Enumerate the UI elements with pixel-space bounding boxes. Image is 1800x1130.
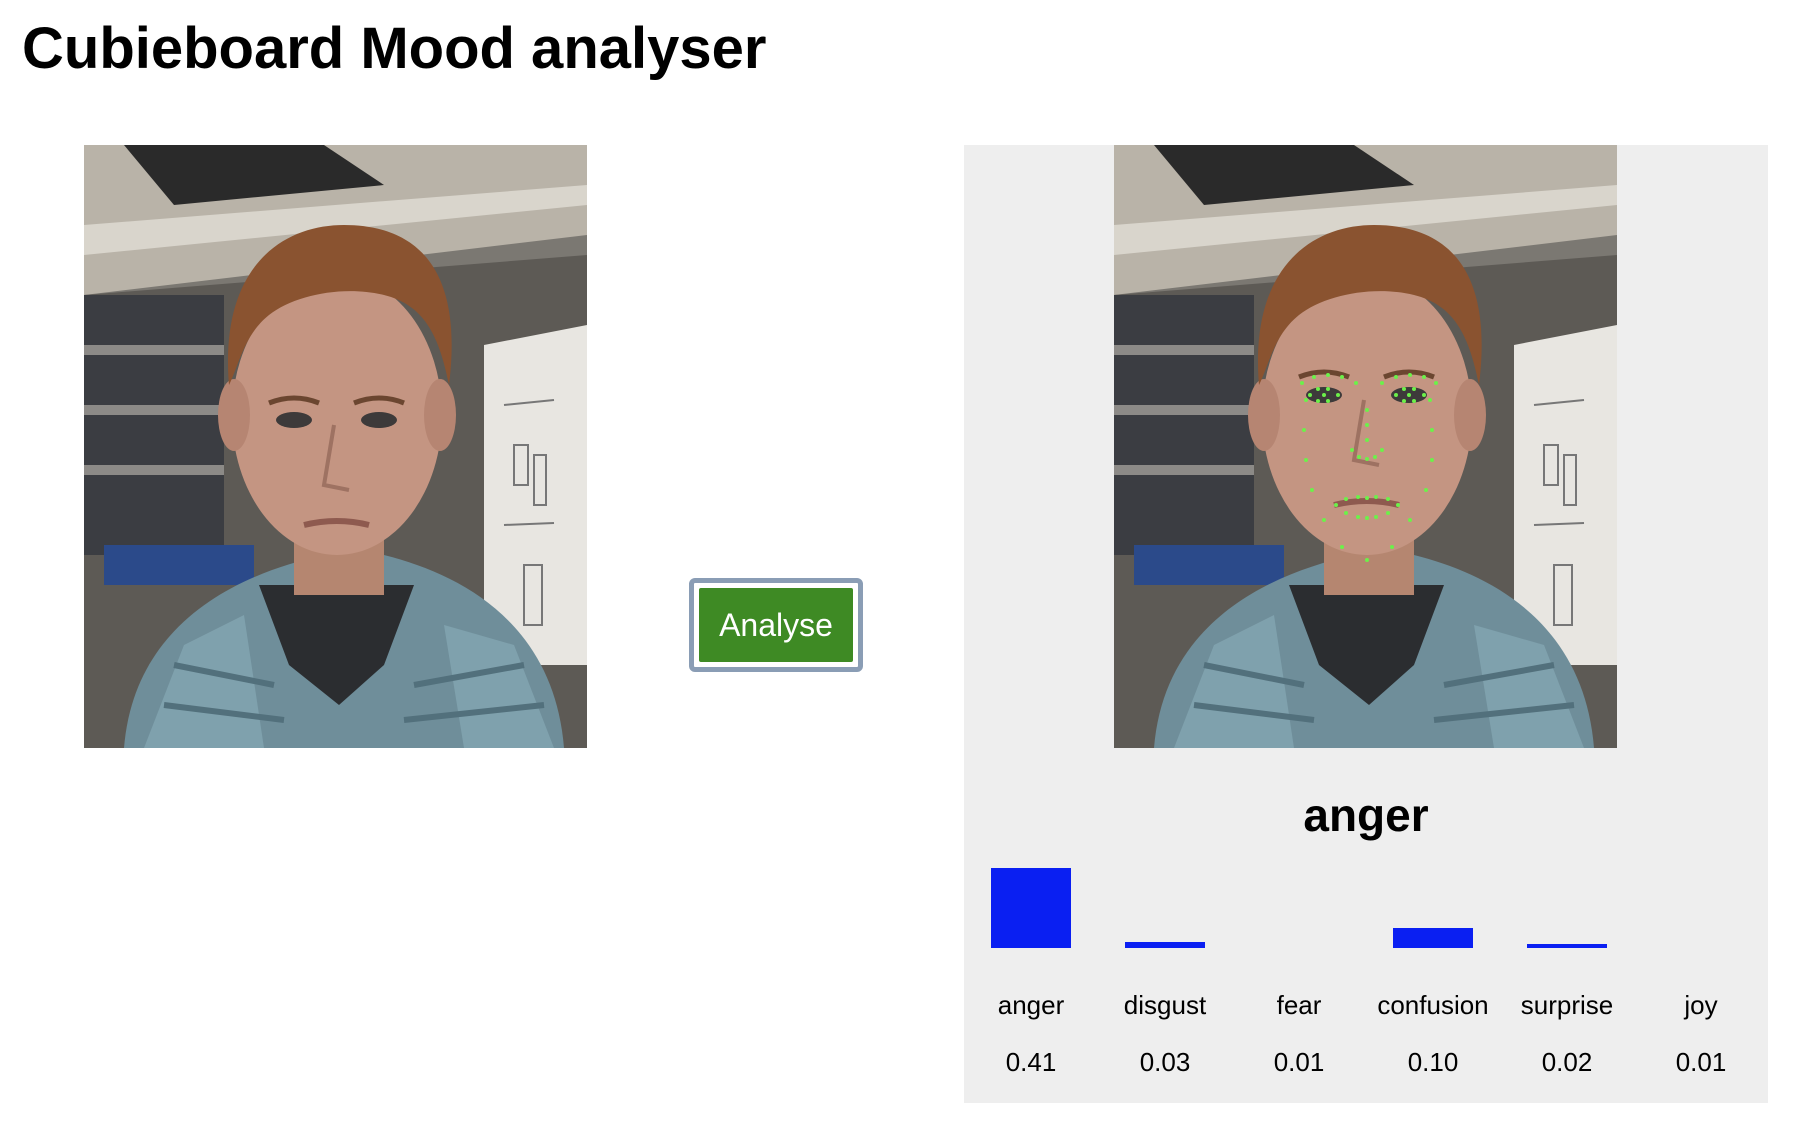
result-panel: anger anger 0.41 disgust 0.03 fear 0.01 confus… <box>964 145 1768 1103</box>
mood-score-chart: anger 0.41 disgust 0.03 fear 0.01 confusion 0.1… <box>964 865 1768 1085</box>
score-value: 0.41 <box>1005 1047 1057 1077</box>
score-value: 0.10 <box>1407 1047 1459 1077</box>
score-surprise: surprise 0.02 <box>1500 865 1634 1085</box>
score-label: confusion <box>1377 990 1489 1020</box>
analyse-button-label: Analyse <box>699 588 853 662</box>
score-label: surprise <box>1520 990 1614 1020</box>
score-value: 0.02 <box>1541 1047 1593 1077</box>
analysed-face-photo <box>1114 145 1617 748</box>
score-disgust: disgust 0.03 <box>1098 865 1232 1085</box>
score-value: 0.03 <box>1139 1047 1191 1077</box>
score-bar <box>1527 944 1607 948</box>
score-fear: fear 0.01 <box>1232 865 1366 1085</box>
score-confusion: confusion 0.10 <box>1366 865 1500 1085</box>
score-value: 0.01 <box>1675 1047 1727 1077</box>
page-title: Cubieboard Mood analyser <box>22 16 767 81</box>
score-value: 0.01 <box>1273 1047 1325 1077</box>
score-label: fear <box>1276 990 1322 1020</box>
score-anger: anger 0.41 <box>964 865 1098 1085</box>
detected-mood: anger <box>1303 789 1429 841</box>
score-bar <box>991 868 1071 948</box>
score-bar <box>1125 942 1205 948</box>
score-bar <box>1393 928 1473 948</box>
score-label: anger <box>997 990 1065 1020</box>
score-label: joy <box>1684 990 1718 1020</box>
score-label: disgust <box>1123 990 1207 1020</box>
input-face-photo <box>84 145 587 748</box>
score-joy: joy 0.01 <box>1634 865 1768 1085</box>
analyse-button[interactable]: Analyse <box>689 578 863 672</box>
